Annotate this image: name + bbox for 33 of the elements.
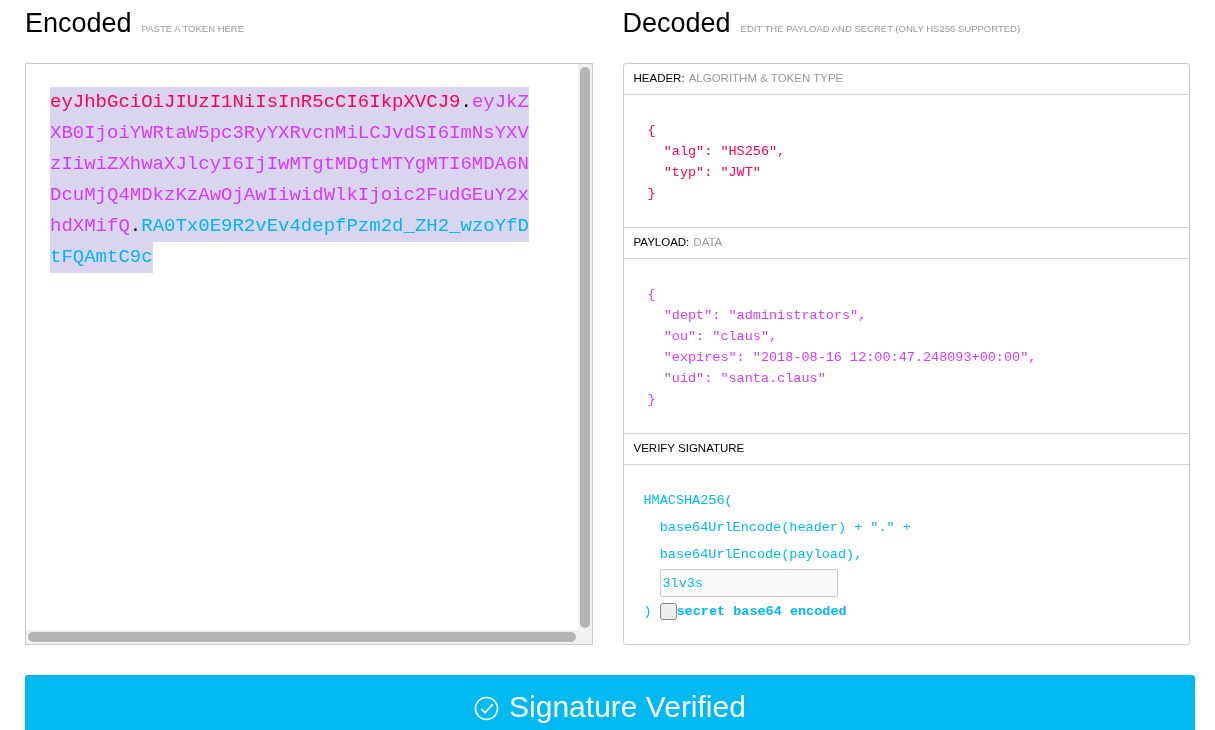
code-line: base64UrlEncode(payload), [658, 546, 863, 564]
code-line: } [647, 391, 656, 409]
vertical-scrollbar[interactable] [577, 64, 592, 644]
code-line: "alg": "HS256", [662, 143, 786, 161]
code-line: base64UrlEncode(header) + "." + [658, 519, 911, 537]
code-line: "expires": "2018-08-16 12:00:47.248093+00:00", [662, 349, 1037, 367]
checkbox-label: secret base64 encoded [676, 603, 847, 621]
signature-verified-button[interactable]: Signature Verified [25, 675, 1195, 730]
code-line: "dept": "administrators", [662, 307, 867, 325]
horizontal-scrollbar[interactable] [26, 630, 578, 644]
section-label: VERIFY SIGNATURE [633, 441, 745, 457]
code-line: { [647, 286, 656, 304]
section-label: HEADER: [633, 71, 685, 87]
token-editor[interactable] [25, 63, 593, 645]
code-line: HMACSHA256( [643, 492, 733, 510]
section-sublabel: DATA [693, 235, 723, 251]
code-line: "uid": "santa.claus" [662, 370, 826, 388]
section-sublabel: ALGORITHM & TOKEN TYPE [688, 71, 844, 87]
panel-title: Decoded [622, 7, 731, 40]
panel-title: Encoded [25, 7, 132, 40]
payload-editor[interactable]: { "dept": "administrators", "ou": "claus", "expires": "2018-08-16 12:00:47.248093+00:00", "uid": "santa.claus" } [623, 259, 1189, 433]
code-line: ) [643, 603, 653, 621]
code-line: "ou": "claus", [662, 328, 778, 346]
code-line: { [647, 122, 656, 140]
section-label: PAYLOAD: [633, 235, 690, 251]
panel-hint: PASTE A TOKEN HERE [141, 22, 245, 36]
panel-hint: EDIT THE PAYLOAD AND SECRET (ONLY HS256 SUPPORTED) [740, 22, 1021, 36]
code-line: } [647, 185, 656, 203]
checkbox[interactable] [659, 603, 677, 620]
code-line: "typ": "JWT" [662, 164, 761, 182]
header-editor[interactable]: { "alg": "HS256", "typ": "JWT" } [623, 95, 1189, 227]
secret-input[interactable]: 3lv3s [659, 569, 838, 597]
check-circle-icon [474, 696, 500, 721]
